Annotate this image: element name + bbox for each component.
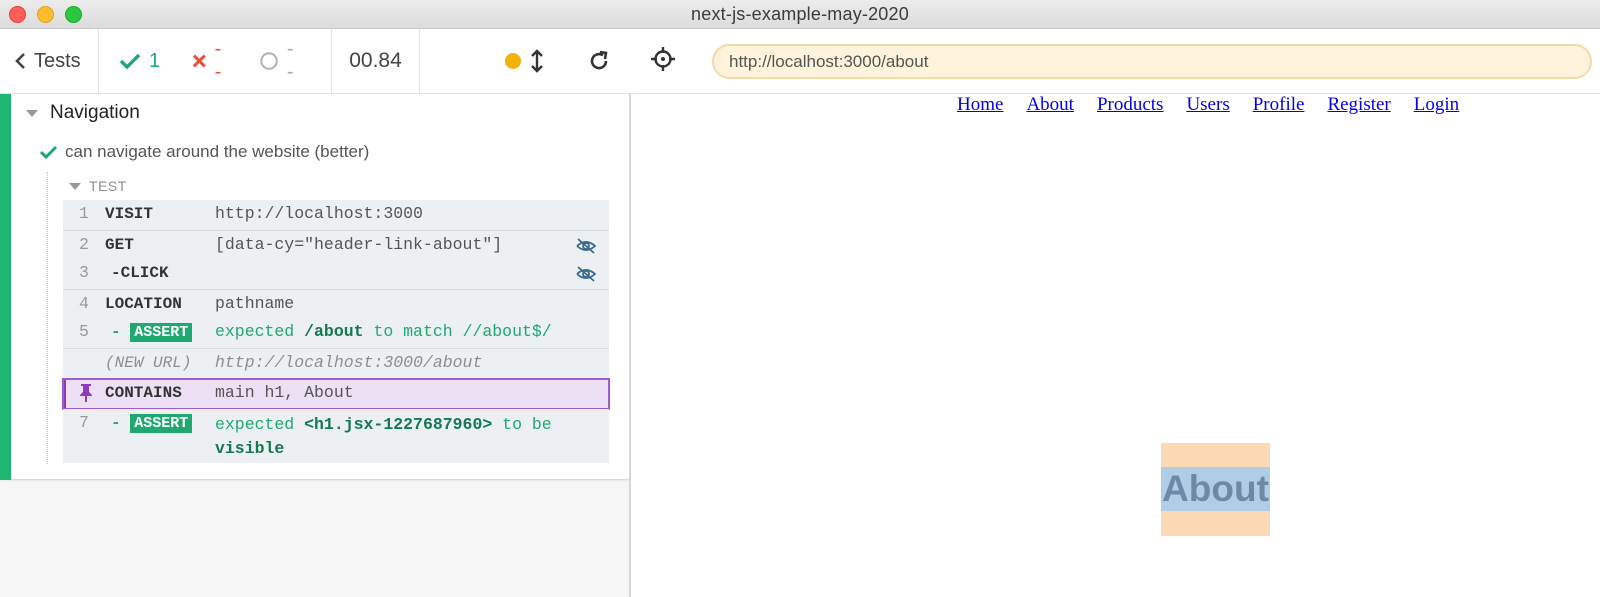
command-name: - ASSERT [105, 318, 215, 342]
command-number: 3 [79, 263, 89, 282]
nav-link-users[interactable]: Users [1186, 94, 1229, 116]
check-icon [119, 53, 141, 70]
command-number: 1 [79, 204, 89, 223]
nav-link-register[interactable]: Register [1327, 94, 1390, 116]
command-row[interactable]: 3 -CLICK [63, 259, 609, 289]
caret-down-icon [26, 109, 38, 117]
command-name: -CLICK [111, 264, 169, 282]
assert-subject: <h1.jsx-1227687960> [304, 415, 493, 434]
passed-count: 1 [149, 49, 161, 72]
assert-badge: ASSERT [130, 323, 193, 342]
command-number: 2 [79, 235, 89, 254]
pending-stat[interactable]: -- [259, 38, 299, 84]
suite-header[interactable]: Navigation [26, 102, 140, 124]
command-message: [data-cy="header-link-about"] [215, 235, 503, 254]
failed-count: -- [214, 38, 222, 83]
command-name: LOCATION [105, 295, 182, 313]
test-divider-line [47, 172, 48, 464]
command-row[interactable]: 1 VISIT http://localhost:3000 [63, 200, 609, 230]
aut-header: http://localhost:3000/about [633, 29, 1600, 94]
minimize-window-button[interactable] [37, 6, 54, 23]
command-message: expected <h1.jsx-1227687960> to be visib… [215, 409, 609, 461]
passed-stat[interactable]: 1 [119, 50, 160, 73]
assert-value: visible [215, 439, 285, 458]
eye-slash-icon [576, 266, 597, 282]
command-message: http://localhost:3000 [215, 204, 423, 223]
stats-bar: 1 -- -- [99, 29, 332, 93]
command-row[interactable]: 5 - ASSERT expected /about to match //ab… [63, 318, 609, 348]
command-number: 7 [79, 413, 89, 432]
circle-spinner-icon [259, 52, 278, 70]
url-bar[interactable]: http://localhost:3000/about [712, 44, 1592, 79]
caret-down-icon [69, 182, 81, 190]
assert-expected: expected [215, 322, 295, 341]
assert-matcher: to match //about$/ [373, 322, 552, 341]
nav-link-profile[interactable]: Profile [1253, 94, 1305, 116]
command-message: pathname [215, 294, 295, 313]
nav-link-products[interactable]: Products [1097, 94, 1164, 116]
reporter-panel: Tests 1 -- -- 00.84 Navigation can navig… [0, 29, 631, 597]
runnable-list: Navigation can navigate around the websi… [0, 94, 629, 480]
window-title: next-js-example-may-2020 [691, 3, 909, 24]
assert-matcher: to be [502, 415, 552, 434]
command-row[interactable]: 2 GET [data-cy="header-link-about"] [63, 230, 609, 259]
site-nav: Home About Products Users Profile Regist… [957, 94, 1459, 116]
reload-icon[interactable] [587, 49, 611, 73]
check-icon [40, 145, 57, 159]
crosshair-icon[interactable] [650, 46, 676, 72]
command-message: http://localhost:3000/about [215, 353, 483, 372]
close-window-button[interactable] [9, 6, 26, 23]
running-status-dot [505, 53, 521, 69]
tests-label: Tests [34, 49, 81, 72]
command-row[interactable]: 4 LOCATION pathname [63, 289, 609, 318]
command-name: VISIT [105, 205, 154, 223]
pass-state-bar [0, 94, 11, 480]
test-header[interactable]: can navigate around the website (better) [40, 142, 369, 162]
test-title: can navigate around the website (better) [65, 142, 370, 161]
resize-arrows-icon[interactable] [531, 49, 543, 73]
command-number [63, 349, 105, 353]
zoom-window-button[interactable] [65, 6, 82, 23]
reporter-header: Tests 1 -- -- 00.84 [0, 29, 631, 94]
command-number: 5 [79, 322, 89, 341]
command-number: 4 [79, 294, 89, 313]
failed-stat[interactable]: -- [192, 38, 227, 84]
highlighted-element-margin: About [1161, 443, 1270, 536]
url-text: http://localhost:3000/about [729, 51, 929, 71]
reporter-controls [420, 29, 631, 93]
nav-link-login[interactable]: Login [1414, 94, 1459, 116]
pin-icon [66, 379, 105, 408]
assert-badge: ASSERT [130, 414, 193, 433]
command-log: 1 VISIT http://localhost:3000 2 GET [dat… [62, 200, 610, 463]
test-section-header[interactable]: TEST [69, 178, 127, 194]
tests-back-button[interactable]: Tests [0, 29, 99, 93]
assert-prefix: - [111, 414, 121, 432]
command-name: (NEW URL) [105, 354, 192, 372]
command-row-pinned[interactable]: CONTAINS main h1, About [62, 378, 610, 410]
command-row[interactable]: 7 - ASSERT expected <h1.jsx-1227687960> … [63, 409, 609, 463]
nav-link-about[interactable]: About [1026, 94, 1074, 116]
test-section-label: TEST [89, 178, 127, 194]
chevron-left-icon [15, 53, 25, 69]
assert-expected: expected [215, 415, 295, 434]
nav-link-home[interactable]: Home [957, 94, 1003, 116]
window-titlebar: next-js-example-may-2020 [0, 0, 1600, 29]
duration: 00.84 [332, 29, 420, 93]
command-message [215, 259, 609, 263]
pending-count: -- [286, 38, 294, 83]
page-heading: About [1161, 467, 1270, 511]
command-message: expected /about to match //about$/ [215, 318, 609, 341]
assert-prefix: - [111, 323, 121, 341]
assert-subject: /about [304, 322, 364, 341]
command-message: main h1, About [215, 383, 354, 402]
command-name: - ASSERT [105, 409, 215, 433]
suite-title: Navigation [50, 102, 140, 123]
x-icon [192, 54, 206, 68]
command-row-new-url[interactable]: (NEW URL) http://localhost:3000/about [63, 348, 609, 379]
command-name: CONTAINS [105, 384, 182, 402]
command-name: GET [105, 236, 134, 254]
app-preview: Home About Products Users Profile Regist… [633, 94, 1600, 597]
eye-slash-icon [576, 238, 597, 254]
